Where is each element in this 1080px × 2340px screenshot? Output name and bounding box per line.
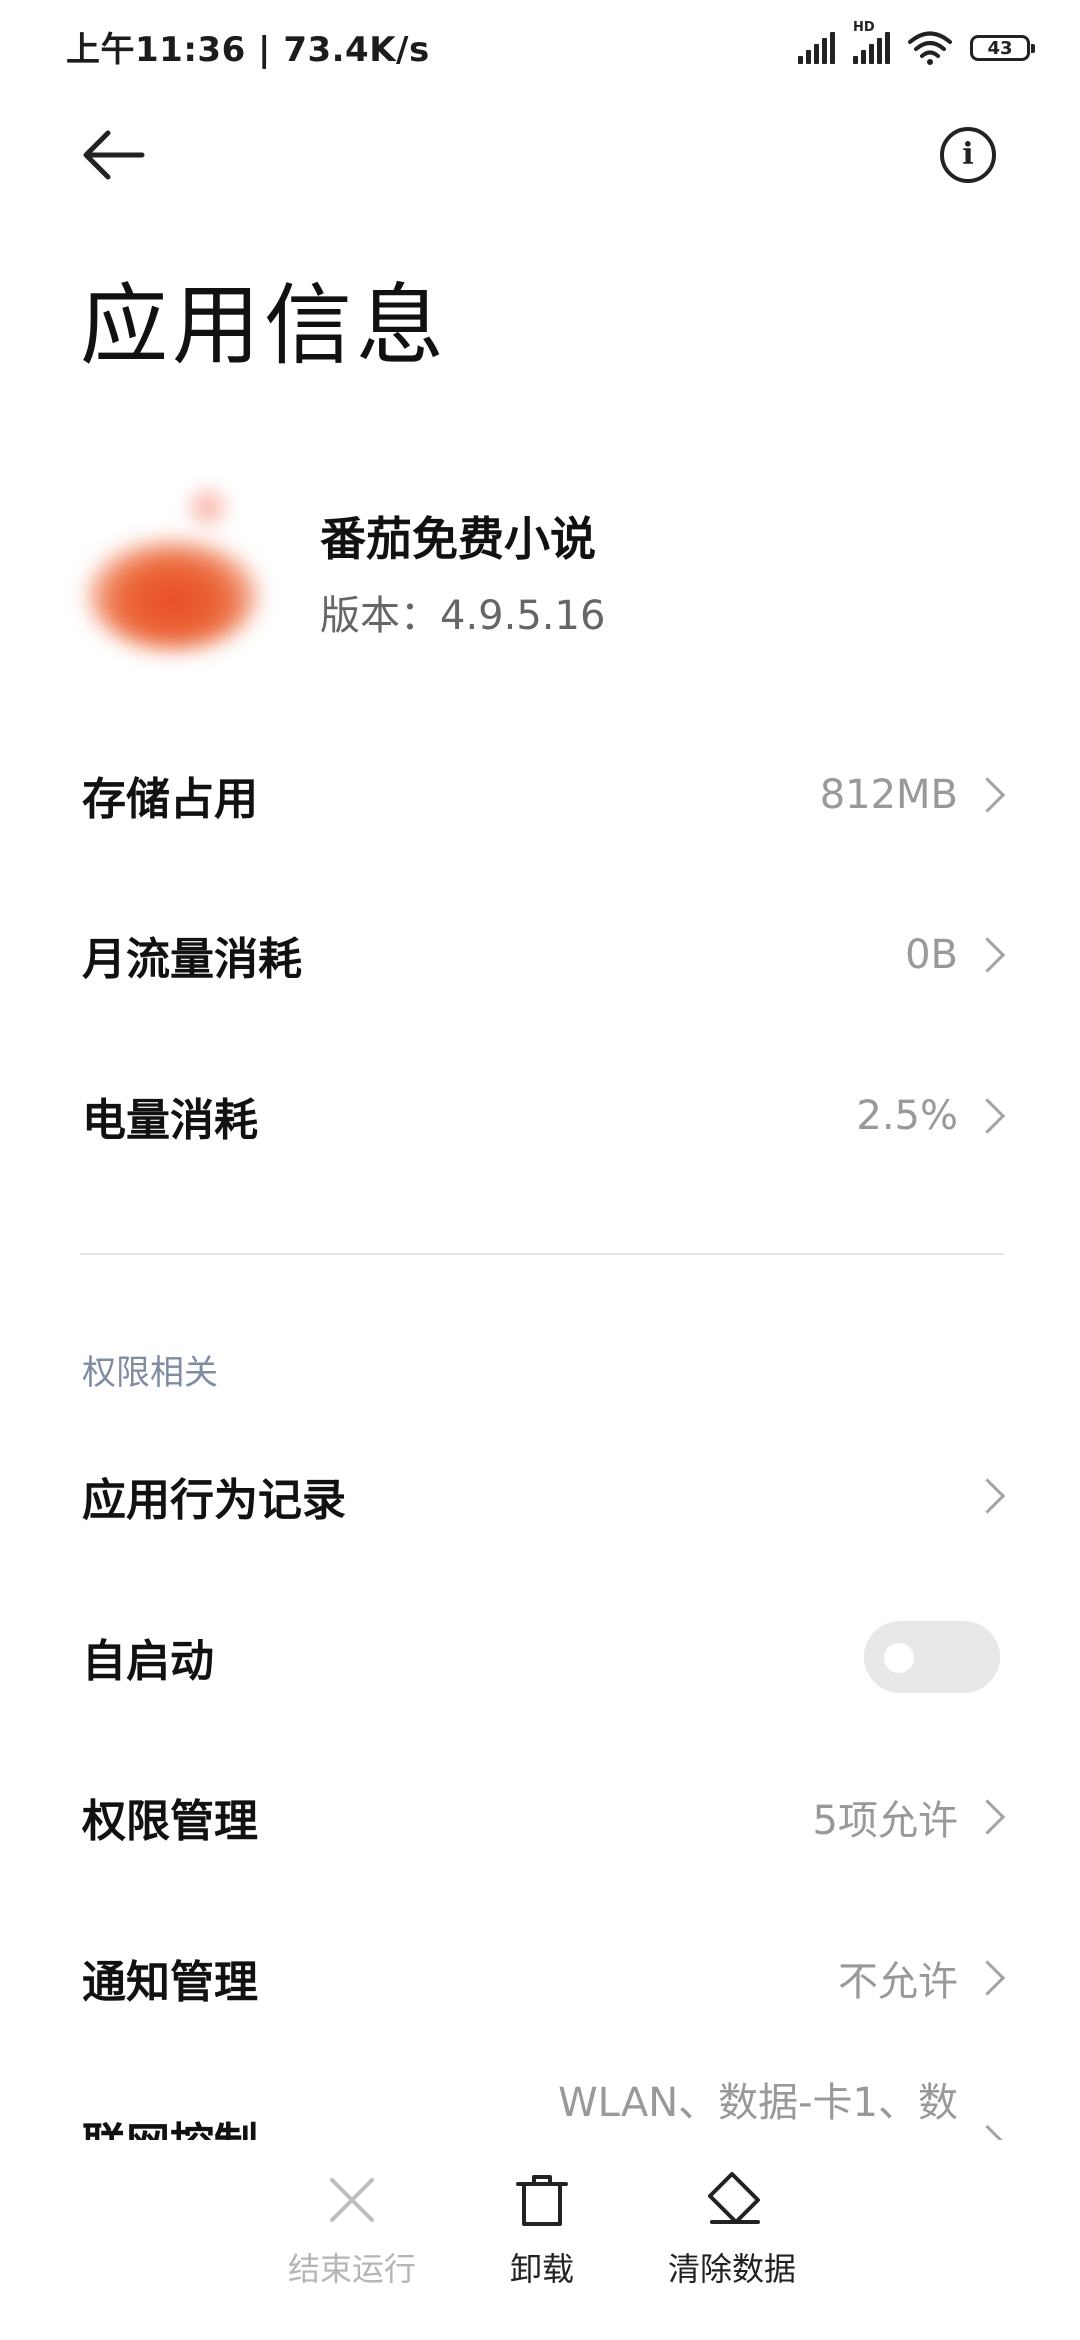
divider <box>80 1253 1004 1255</box>
row-data-usage[interactable]: 月流量消耗 0B <box>0 895 1080 1015</box>
section-title-permissions: 权限相关 <box>82 1353 218 1393</box>
app-name: 番茄免费小说 <box>320 512 596 566</box>
action-label: 清除数据 <box>667 2250 796 2288</box>
row-label: 电量消耗 <box>82 1095 258 1146</box>
row-value: 0B <box>905 932 958 978</box>
app-icon-highlight <box>180 480 235 535</box>
hd-signal-icon: HD <box>853 20 890 64</box>
autostart-toggle[interactable] <box>864 1621 1000 1693</box>
close-icon <box>330 2178 374 2222</box>
app-icon <box>88 540 258 650</box>
app-version: 版本：4.9.5.16 <box>320 593 606 639</box>
toggle-knob <box>884 1643 914 1673</box>
hd-label: HD <box>853 20 875 35</box>
row-value: 2.5% <box>856 1093 958 1139</box>
force-stop-button[interactable]: 结束运行 <box>252 2170 452 2290</box>
uninstall-button[interactable]: 卸载 <box>442 2170 642 2290</box>
chevron-right-icon <box>969 1960 1006 1996</box>
row-label: 月流量消耗 <box>82 934 302 985</box>
back-button[interactable] <box>80 125 150 185</box>
row-value: 812MB <box>819 772 958 818</box>
row-label: 存储占用 <box>82 774 258 825</box>
page-title: 应用信息 <box>80 274 449 377</box>
row-label: 联网控制 <box>82 2108 258 2140</box>
row-label: 权限管理 <box>82 1796 258 1847</box>
trash-icon <box>516 2175 568 2226</box>
row-value: 不允许 <box>838 1959 958 2005</box>
action-label: 卸载 <box>509 2250 574 2288</box>
status-icons: HD 43 <box>798 20 1035 70</box>
row-notifications[interactable]: 通知管理 不允许 <box>0 1918 1080 2038</box>
chevron-right-icon <box>969 937 1006 973</box>
row-network-control[interactable]: 联网控制 WLAN、数据-卡1、数 <box>0 2060 1080 2140</box>
row-value: WLAN、数据-卡1、数 <box>558 2080 958 2126</box>
row-label: 应用行为记录 <box>82 1475 346 1526</box>
battery-level: 43 <box>987 37 1013 59</box>
chevron-right-icon <box>969 777 1006 813</box>
app-info-screen: 上午11:36 | 73.4K/s HD 43 i 应用信息 番茄免费小说 版本… <box>0 0 1080 2340</box>
eraser-icon <box>708 2172 760 2224</box>
row-value: 5项允许 <box>812 1798 958 1844</box>
chevron-right-icon <box>969 1478 1006 1514</box>
bottom-action-bar: 结束运行 卸载 清除数据 <box>0 2140 1080 2340</box>
row-label: 通知管理 <box>82 1957 258 2008</box>
row-app-behavior[interactable]: 应用行为记录 <box>0 1436 1080 1556</box>
row-autostart: 自启动 <box>0 1597 1080 1717</box>
row-permissions[interactable]: 权限管理 5项允许 <box>0 1757 1080 1877</box>
chevron-right-icon <box>969 1098 1006 1134</box>
back-arrow-icon <box>83 130 145 180</box>
info-icon: i <box>962 137 974 172</box>
wifi-icon <box>908 31 952 65</box>
info-button[interactable]: i <box>940 127 996 183</box>
action-label: 结束运行 <box>287 2250 416 2288</box>
row-label: 自启动 <box>82 1636 214 1687</box>
clear-data-button[interactable]: 清除数据 <box>632 2170 832 2290</box>
row-storage[interactable]: 存储占用 812MB <box>0 735 1080 855</box>
signal-icon <box>798 32 835 64</box>
chevron-right-icon <box>969 2124 1006 2140</box>
battery-icon: 43 <box>970 35 1035 61</box>
status-time-speed: 上午11:36 | 73.4K/s <box>66 30 430 70</box>
chevron-right-icon <box>969 1799 1006 1835</box>
row-battery-usage[interactable]: 电量消耗 2.5% <box>0 1056 1080 1176</box>
